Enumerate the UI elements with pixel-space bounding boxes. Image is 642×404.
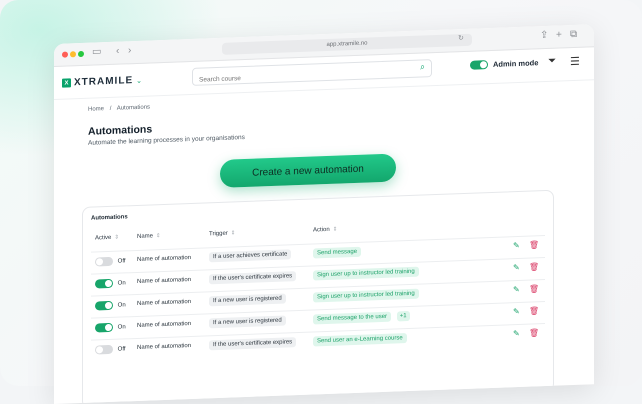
action-pill: Sign user up to instructor led training [313, 288, 419, 303]
action-pill: Send message [313, 246, 362, 259]
sort-icon: ⇕ [332, 226, 338, 233]
active-cell: Off [95, 256, 126, 267]
new-tab-icon[interactable]: + [556, 29, 562, 40]
search-box: ⌕ [192, 59, 432, 88]
active-label: On [117, 302, 126, 309]
column-header-name[interactable]: Name ⇕ [137, 233, 161, 240]
automation-name: Name of automation [137, 276, 192, 285]
hamburger-menu-icon[interactable]: ☰ [570, 55, 580, 68]
trigger-pill: If the user's certificate expires [209, 337, 297, 351]
chevron-down-icon[interactable]: ⌄ [136, 76, 142, 84]
sort-icon: ⇕ [156, 233, 161, 240]
active-label: On [117, 280, 126, 287]
tabs-overview-icon[interactable]: ⧉ [570, 29, 577, 40]
active-toggle[interactable] [95, 278, 113, 289]
active-toggle[interactable] [95, 256, 113, 267]
search-input[interactable] [193, 65, 415, 88]
sort-icon: ⇕ [114, 234, 119, 241]
action-cell: Send user an e-Learning course [313, 333, 407, 347]
active-cell: On [95, 300, 126, 311]
breadcrumb-current: Automations [116, 104, 151, 112]
automation-name: Name of automation [137, 320, 192, 329]
active-toggle[interactable] [95, 344, 113, 355]
automations-table-card: Automations Active ⇕ Name ⇕ Trigger ⇕ Actio… [82, 189, 554, 404]
sort-icon: ⇕ [230, 230, 236, 237]
xtramile-logo[interactable]: X XTRAMILE ⌄ [62, 75, 142, 89]
trigger-cell: If the user's certificate expires [209, 337, 297, 351]
active-label: Off [117, 346, 126, 353]
column-header-action[interactable]: Action ⇕ [313, 227, 337, 234]
edit-icon[interactable]: ✎ [513, 285, 520, 294]
action-cell: Sign user up to instructor led training [313, 266, 419, 281]
trash-icon[interactable]: 🗑 [529, 284, 539, 293]
action-cell: Sign user up to instructor led training [313, 288, 419, 303]
automation-name: Name of automation [137, 342, 192, 351]
automation-name: Name of automation [137, 254, 192, 263]
trigger-pill: If a new user is registered [209, 293, 286, 307]
admin-mode-toggle[interactable] [470, 60, 488, 70]
active-cell: On [95, 278, 126, 289]
active-label: Off [117, 258, 126, 265]
logo-mark: X [62, 78, 71, 88]
close-window-dot[interactable] [62, 51, 68, 58]
trash-icon[interactable]: 🗑 [529, 262, 539, 271]
trigger-cell: If a new user is registered [209, 315, 286, 329]
create-automation-button[interactable]: Create a new automation [220, 153, 396, 188]
extra-actions-badge[interactable]: +1 [396, 310, 410, 322]
active-cell: On [95, 322, 126, 333]
action-pill: Send message to the user [313, 311, 392, 325]
active-toggle[interactable] [95, 322, 113, 333]
column-header-active[interactable]: Active ⇕ [95, 235, 119, 242]
action-pill: Send user an e-Learning course [313, 333, 407, 347]
action-pill: Sign user up to instructor led training [313, 266, 419, 281]
sidebar-toggle-icon[interactable]: ▭ [92, 46, 101, 57]
trigger-cell: If the user's certificate expires [209, 271, 297, 285]
automation-name: Name of automation [137, 298, 192, 307]
trash-icon[interactable]: 🗑 [529, 328, 539, 337]
active-cell: Off [95, 344, 126, 355]
filter-icon[interactable]: ⏷ [548, 56, 556, 67]
action-cell: Send message to the user +1 [313, 310, 410, 325]
address-bar[interactable]: app.xtramile.no [222, 33, 472, 55]
admin-mode-label: Admin mode [493, 58, 539, 69]
share-icon[interactable]: ⇪ [540, 30, 548, 41]
reload-icon[interactable]: ↻ [458, 34, 464, 42]
trash-icon[interactable]: 🗑 [529, 240, 539, 249]
breadcrumb-separator: / [109, 105, 112, 112]
edit-icon[interactable]: ✎ [513, 241, 520, 250]
forward-icon[interactable]: › [128, 45, 131, 56]
trigger-pill: If a user achieves certificate [209, 249, 292, 263]
minimize-window-dot[interactable] [70, 51, 76, 58]
logo-text: XTRAMILE [74, 75, 134, 89]
trash-icon[interactable]: 🗑 [529, 306, 539, 315]
edit-icon[interactable]: ✎ [513, 307, 520, 316]
back-icon[interactable]: ‹ [116, 46, 119, 57]
main-content: Home / Automations Automations Automate … [88, 90, 558, 188]
search-icon[interactable]: ⌕ [420, 61, 425, 72]
column-header-trigger[interactable]: Trigger ⇕ [209, 230, 235, 237]
breadcrumb-home[interactable]: Home [88, 106, 104, 113]
active-label: On [117, 324, 126, 331]
browser-window: ▭ ‹ › app.xtramile.no ↻ ⇪ + ⧉ X XTRAMILE… [54, 24, 594, 404]
trigger-cell: If a user achieves certificate [209, 249, 292, 263]
edit-icon[interactable]: ✎ [513, 329, 520, 338]
trigger-pill: If the user's certificate expires [209, 271, 297, 285]
trigger-pill: If a new user is registered [209, 315, 286, 329]
trigger-cell: If a new user is registered [209, 293, 286, 307]
table-title: Automations [91, 214, 128, 222]
admin-mode-control: Admin mode [470, 58, 538, 70]
action-cell: Send message [313, 246, 362, 259]
edit-icon[interactable]: ✎ [513, 263, 520, 272]
maximize-window-dot[interactable] [78, 50, 84, 58]
active-toggle[interactable] [95, 300, 113, 311]
